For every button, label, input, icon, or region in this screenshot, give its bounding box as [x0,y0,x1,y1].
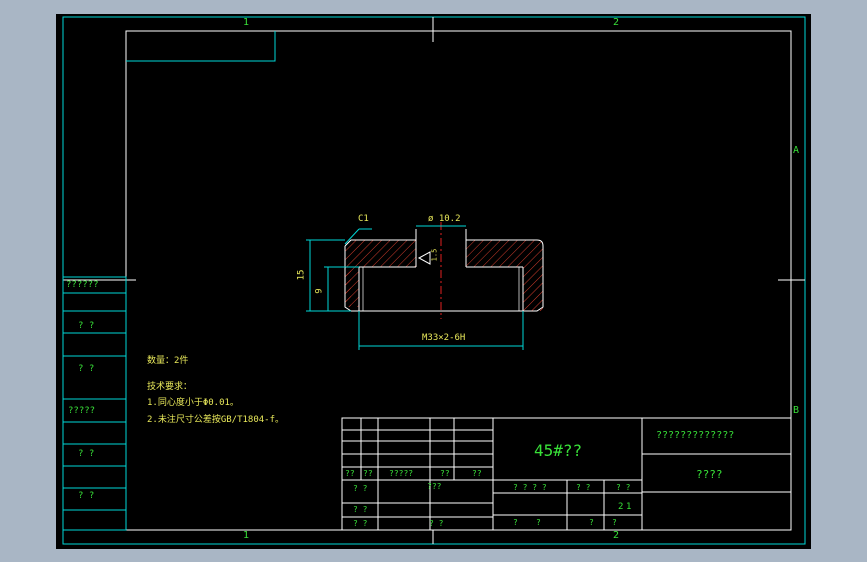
hatch-upper-right [466,240,543,267]
arrow-marker [417,251,431,265]
mid-value-2: 1 [626,502,632,512]
top-dim-label: ø 10.2 [428,214,461,224]
mid-bottom-1: ? [513,518,518,527]
mid-header-3: ? ? [616,483,631,492]
mid-value-1: 2 [618,502,624,512]
drawing-code: ???? [696,468,723,481]
hatch-upper-left [351,240,416,267]
mid-bottom-3: ? [589,518,594,527]
row-label-4: ?? [440,469,450,478]
strip-label-2: ? ? [78,321,95,331]
outer-frame [62,16,806,545]
lower-label-4: ? ? [353,519,368,528]
note-line-2: 2.未注尺寸公差按GB/T1804-f。 [147,415,285,425]
mid-header-2: ? ? [576,483,591,492]
hatch-right-col [523,267,543,311]
zone-top-1: 1 [243,17,250,28]
left-strip [62,276,127,531]
row-label-2: ?? [363,469,373,478]
row-label-1: ?? [345,469,355,478]
zone-right-b: B [793,405,800,416]
mid-bottom-4: ? [612,518,617,527]
note-line-1: 1.同心度小于Φ0.01。 [147,398,239,408]
zone-right-a: A [793,145,800,156]
row-label-3: ????? [389,469,414,478]
zone-top-2: 2 [613,17,620,28]
inner-height-label: 9 [314,288,325,294]
chamfer-label: C1 [358,214,369,224]
row-label-5: ?? [472,469,482,478]
note-quantity: 数量：2件 [147,356,189,366]
mid-header-1: ? ? ? ? [513,483,547,492]
zone-bottom-1: 1 [243,530,250,541]
small-dim-label: 1.5 [430,248,439,262]
lower-label-1: ? ? [353,484,368,493]
note-heading: 技术要求： [147,382,193,392]
strip-label-1: ?????? [66,280,99,290]
top-left-box [126,31,276,62]
mid-bottom-2: ? [536,518,541,527]
part-section [306,222,544,350]
strip-label-3: ? ? [78,364,95,374]
hatch-left-col [345,267,359,307]
lower-label-2: ??? [427,482,442,491]
drawing-name: ????????????? [656,430,735,441]
strip-label-5: ? ? [78,449,95,459]
lower-label-3: ? ? [353,505,368,514]
strip-label-4: ????? [68,406,96,416]
material-label: 45#?? [534,441,583,460]
thread-dim-label: M33×2-6H [422,333,466,343]
strip-label-6: ? ? [78,491,95,501]
inner-frame [125,30,792,531]
lower-label-5: ? ? [429,519,444,528]
zone-bottom-2: 2 [613,530,620,541]
drawing-sheet: 1 2 1 2 A B ?????? ? ? ? ? ????? ? ? ? ?… [56,14,811,549]
height-dim-label: 15 [296,269,307,281]
